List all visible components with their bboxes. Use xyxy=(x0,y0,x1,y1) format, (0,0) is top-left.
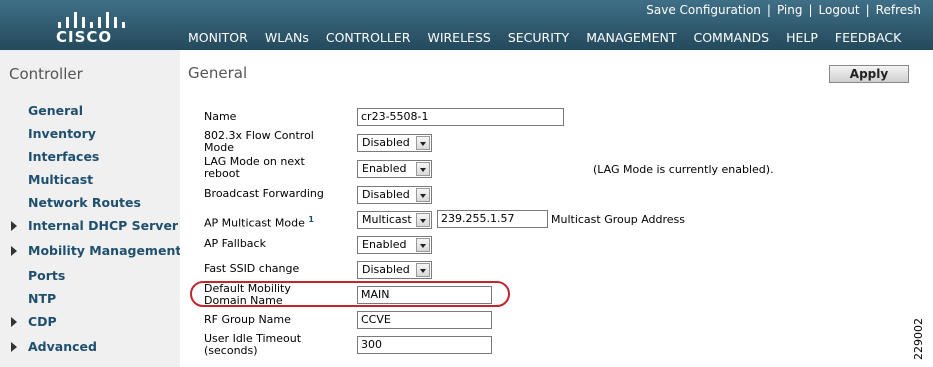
name-label: Name xyxy=(204,110,237,123)
ap-fallback-value: Enabled xyxy=(362,238,407,251)
sidebar-item-advanced[interactable]: Advanced xyxy=(28,339,97,354)
ap-multicast-value: Multicast xyxy=(362,213,412,226)
ap-multicast-label: AP Multicast Mode 1 xyxy=(204,214,314,230)
name-field[interactable]: cr23-5508-1 xyxy=(357,108,564,126)
flow-control-value: Disabled xyxy=(362,136,410,149)
rf-group-label: RF Group Name xyxy=(204,313,291,326)
sidebar-item-interfaces[interactable]: Interfaces xyxy=(28,149,99,164)
broadcast-select[interactable]: Disabled xyxy=(357,186,432,204)
expand-arrow-icon[interactable] xyxy=(11,221,17,231)
logout-link[interactable]: Logout xyxy=(819,3,860,17)
ping-link[interactable]: Ping xyxy=(777,3,803,17)
sidebar-item-general[interactable]: General xyxy=(28,103,83,118)
cisco-logo: CISCO xyxy=(50,6,130,46)
flow-control-label: 802.3x Flow Control Mode xyxy=(204,129,314,154)
nav-monitor[interactable]: MONITOR xyxy=(188,30,248,45)
sidebar-title: Controller xyxy=(9,65,83,83)
mobility-domain-field[interactable]: MAIN xyxy=(357,286,492,304)
chevron-down-icon xyxy=(416,162,430,176)
save-configuration-link[interactable]: Save Configuration xyxy=(646,3,761,17)
nav-commands[interactable]: COMMANDS xyxy=(693,30,769,45)
sidebar-item-internal-dhcp-server[interactable]: Internal DHCP Server xyxy=(28,218,178,233)
chevron-down-icon xyxy=(416,136,430,150)
fast-ssid-value: Disabled xyxy=(362,263,410,276)
top-links: Save Configuration | Ping | Logout | Refresh xyxy=(646,3,921,17)
sidebar-item-inventory[interactable]: Inventory xyxy=(28,126,96,141)
lag-mode-select[interactable]: Enabled xyxy=(357,160,432,178)
chevron-down-icon xyxy=(416,238,430,252)
ap-multicast-select[interactable]: Multicast xyxy=(357,211,432,229)
figure-id: 229002 xyxy=(912,318,925,360)
sidebar-item-multicast[interactable]: Multicast xyxy=(28,172,93,187)
nav-wireless[interactable]: WIRELESS xyxy=(427,30,490,45)
sidebar-item-ports[interactable]: Ports xyxy=(28,268,65,283)
fast-ssid-label: Fast SSID change xyxy=(204,262,300,275)
chevron-down-icon xyxy=(416,188,430,202)
multicast-address-field[interactable]: 239.255.1.57 xyxy=(437,210,548,228)
flow-control-select[interactable]: Disabled xyxy=(357,134,432,152)
sidebar-item-ntp[interactable]: NTP xyxy=(28,291,56,306)
idle-timeout-label: User Idle Timeout (seconds) xyxy=(204,332,302,357)
expand-arrow-icon[interactable] xyxy=(11,246,17,256)
sidebar-item-cdp[interactable]: CDP xyxy=(28,314,57,329)
chevron-down-icon xyxy=(416,213,430,227)
broadcast-label: Broadcast Forwarding xyxy=(204,187,324,200)
nav-management[interactable]: MANAGEMENT xyxy=(586,30,676,45)
ap-multicast-label-text: AP Multicast Mode xyxy=(204,216,305,230)
expand-arrow-icon[interactable] xyxy=(11,342,17,352)
fast-ssid-select[interactable]: Disabled xyxy=(357,261,432,279)
refresh-link[interactable]: Refresh xyxy=(876,3,921,17)
brand-name: CISCO xyxy=(56,28,113,46)
lag-mode-label: LAG Mode on next reboot xyxy=(204,155,305,180)
top-header: CISCO Save Configuration | Ping | Logout | Ref… xyxy=(0,0,933,50)
idle-timeout-field[interactable]: 300 xyxy=(357,336,492,354)
nav-help[interactable]: HELP xyxy=(786,30,818,45)
mobility-domain-label: Default Mobility Domain Name xyxy=(204,282,291,307)
main-nav: MONITOR WLANs CONTROLLER WIRELESS SECURITY MA… xyxy=(188,30,918,45)
ap-fallback-select[interactable]: Enabled xyxy=(357,236,432,254)
broadcast-value: Disabled xyxy=(362,188,410,201)
ap-multicast-footnote-link[interactable]: 1 xyxy=(308,215,314,224)
nav-security[interactable]: SECURITY xyxy=(508,30,569,45)
expand-arrow-icon[interactable] xyxy=(11,317,17,327)
lag-mode-value: Enabled xyxy=(362,162,407,175)
sidebar-item-network-routes[interactable]: Network Routes xyxy=(28,195,141,210)
page-title: General xyxy=(188,64,248,82)
apply-button[interactable]: Apply xyxy=(829,65,909,83)
chevron-down-icon xyxy=(416,263,430,277)
nav-wlans[interactable]: WLANs xyxy=(265,30,309,45)
nav-controller[interactable]: CONTROLLER xyxy=(326,30,411,45)
cisco-logo-bars-icon xyxy=(54,6,125,28)
ap-fallback-label: AP Fallback xyxy=(204,237,266,250)
multicast-address-label: Multicast Group Address xyxy=(551,213,686,226)
nav-feedback[interactable]: FEEDBACK xyxy=(835,30,901,45)
lag-mode-note: (LAG Mode is currently enabled). xyxy=(593,163,774,176)
sidebar-item-mobility-management[interactable]: Mobility Management xyxy=(28,243,181,258)
rf-group-field[interactable]: CCVE xyxy=(357,311,492,329)
